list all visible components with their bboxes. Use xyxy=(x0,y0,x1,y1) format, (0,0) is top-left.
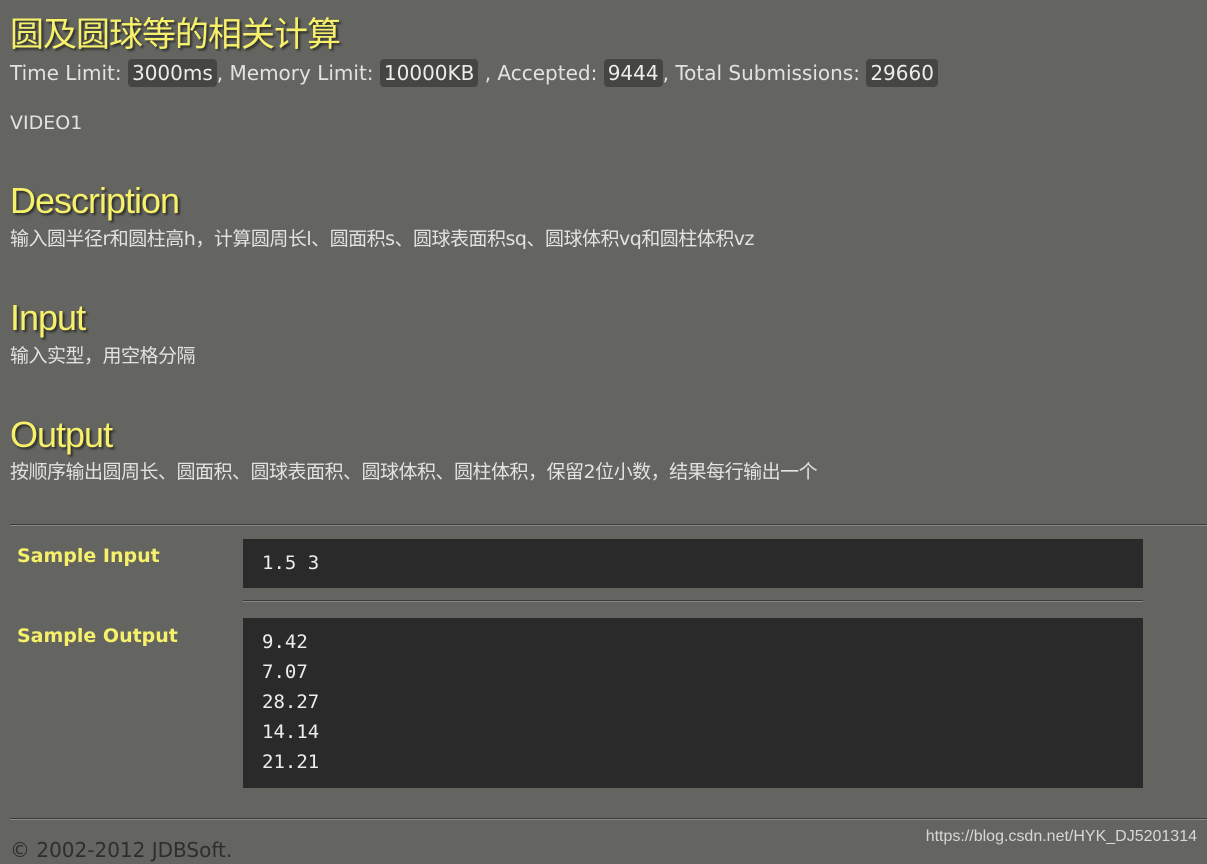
output-text: 按顺序输出圆周长、圆面积、圆球表面积、圆球体积、圆柱体积，保留2位小数，结果每行… xyxy=(10,461,818,483)
sample-input-line: 1.5 3 xyxy=(262,552,320,574)
sample-input-box: 1.5 3 xyxy=(243,539,1143,588)
total-submissions-badge: 29660 xyxy=(866,59,938,87)
sample-output-line: 14.14 xyxy=(262,721,320,743)
total-submissions-label: , Total Submissions: xyxy=(662,61,860,85)
input-text: 输入实型，用空格分隔 xyxy=(10,345,196,367)
sample-output-line: 21.21 xyxy=(262,751,320,773)
input-heading: Input xyxy=(10,297,86,338)
sample-output-label: Sample Output xyxy=(17,625,178,647)
time-limit-badge: 3000ms xyxy=(127,59,217,87)
description-heading: Description xyxy=(10,180,180,221)
footer-divider xyxy=(10,818,1207,820)
sample-output-box: 9.42 7.07 28.27 14.14 21.21 xyxy=(243,618,1143,788)
section-divider xyxy=(10,524,1207,526)
sample-input-label: Sample Input xyxy=(17,545,160,567)
sample-divider xyxy=(243,600,1143,602)
accepted-badge: 9444 xyxy=(603,59,663,87)
footer-copyright: © 2002-2012 JDBSoft. xyxy=(10,838,233,862)
problem-title: 圆及圆球等的相关计算 xyxy=(10,15,341,55)
description-text: 输入圆半径r和圆柱高h，计算圆周长l、圆面积s、圆球表面积sq、圆球体积vq和圆… xyxy=(10,228,755,250)
sample-output-line: 28.27 xyxy=(262,691,320,713)
memory-limit-label: , Memory Limit: xyxy=(216,61,374,85)
memory-limit-badge: 10000KB xyxy=(379,59,479,87)
problem-source: VIDEO1 xyxy=(10,112,83,134)
accepted-label: , Accepted: xyxy=(484,61,598,85)
sample-output-line: 9.42 xyxy=(262,631,308,653)
output-heading: Output xyxy=(10,414,113,455)
problem-limits: Time Limit: 3000ms, Memory Limit: 10000K… xyxy=(10,59,938,87)
time-limit-label: Time Limit: xyxy=(10,61,122,85)
watermark-url: https://blog.csdn.net/HYK_DJ5201314 xyxy=(925,828,1197,845)
sample-output-line: 7.07 xyxy=(262,661,308,683)
